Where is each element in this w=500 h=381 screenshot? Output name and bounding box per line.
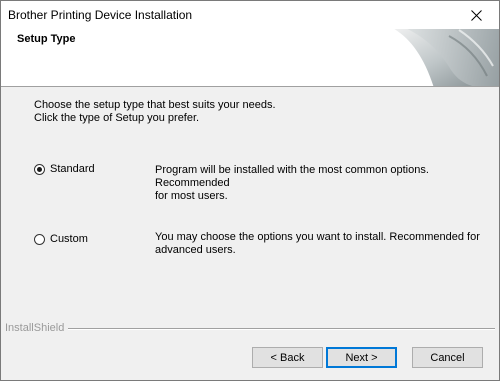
instructions: Choose the setup type that best suits yo… [34,99,276,125]
next-button[interactable]: Next > [326,347,397,368]
cancel-button[interactable]: Cancel [412,347,483,368]
custom-description-line-1: You may choose the options you want to i… [155,231,480,243]
standard-description-line-1: Program will be installed with the most … [155,164,429,189]
standard-label[interactable]: Standard [50,163,95,175]
instructions-line-2: Click the type of Setup you prefer. [34,112,200,124]
standard-option[interactable]: Standard [34,163,95,175]
standard-description-line-2: for most users. [155,190,228,202]
installshield-brand: InstallShield [5,322,69,334]
header-panel: Setup Type [1,29,499,87]
custom-label[interactable]: Custom [50,233,88,245]
close-button[interactable] [453,1,499,29]
instructions-line-1: Choose the setup type that best suits yo… [34,99,276,111]
back-button[interactable]: < Back [252,347,323,368]
footer-divider: InstallShield [1,322,499,336]
custom-radio[interactable] [34,233,45,245]
standard-description: Program will be installed with the most … [155,164,495,203]
custom-description-line-2: advanced users. [155,244,236,256]
window-title: Brother Printing Device Installation [8,8,193,22]
installer-window: Brother Printing Device Installation Set… [0,0,500,381]
standard-radio[interactable] [34,163,45,175]
divider-line [63,328,495,330]
custom-description: You may choose the options you want to i… [155,231,495,257]
page-curl-banner-image [394,29,499,86]
custom-option[interactable]: Custom [34,233,88,245]
page-title: Setup Type [17,33,76,45]
title-bar: Brother Printing Device Installation [1,1,499,29]
close-icon [470,9,482,21]
